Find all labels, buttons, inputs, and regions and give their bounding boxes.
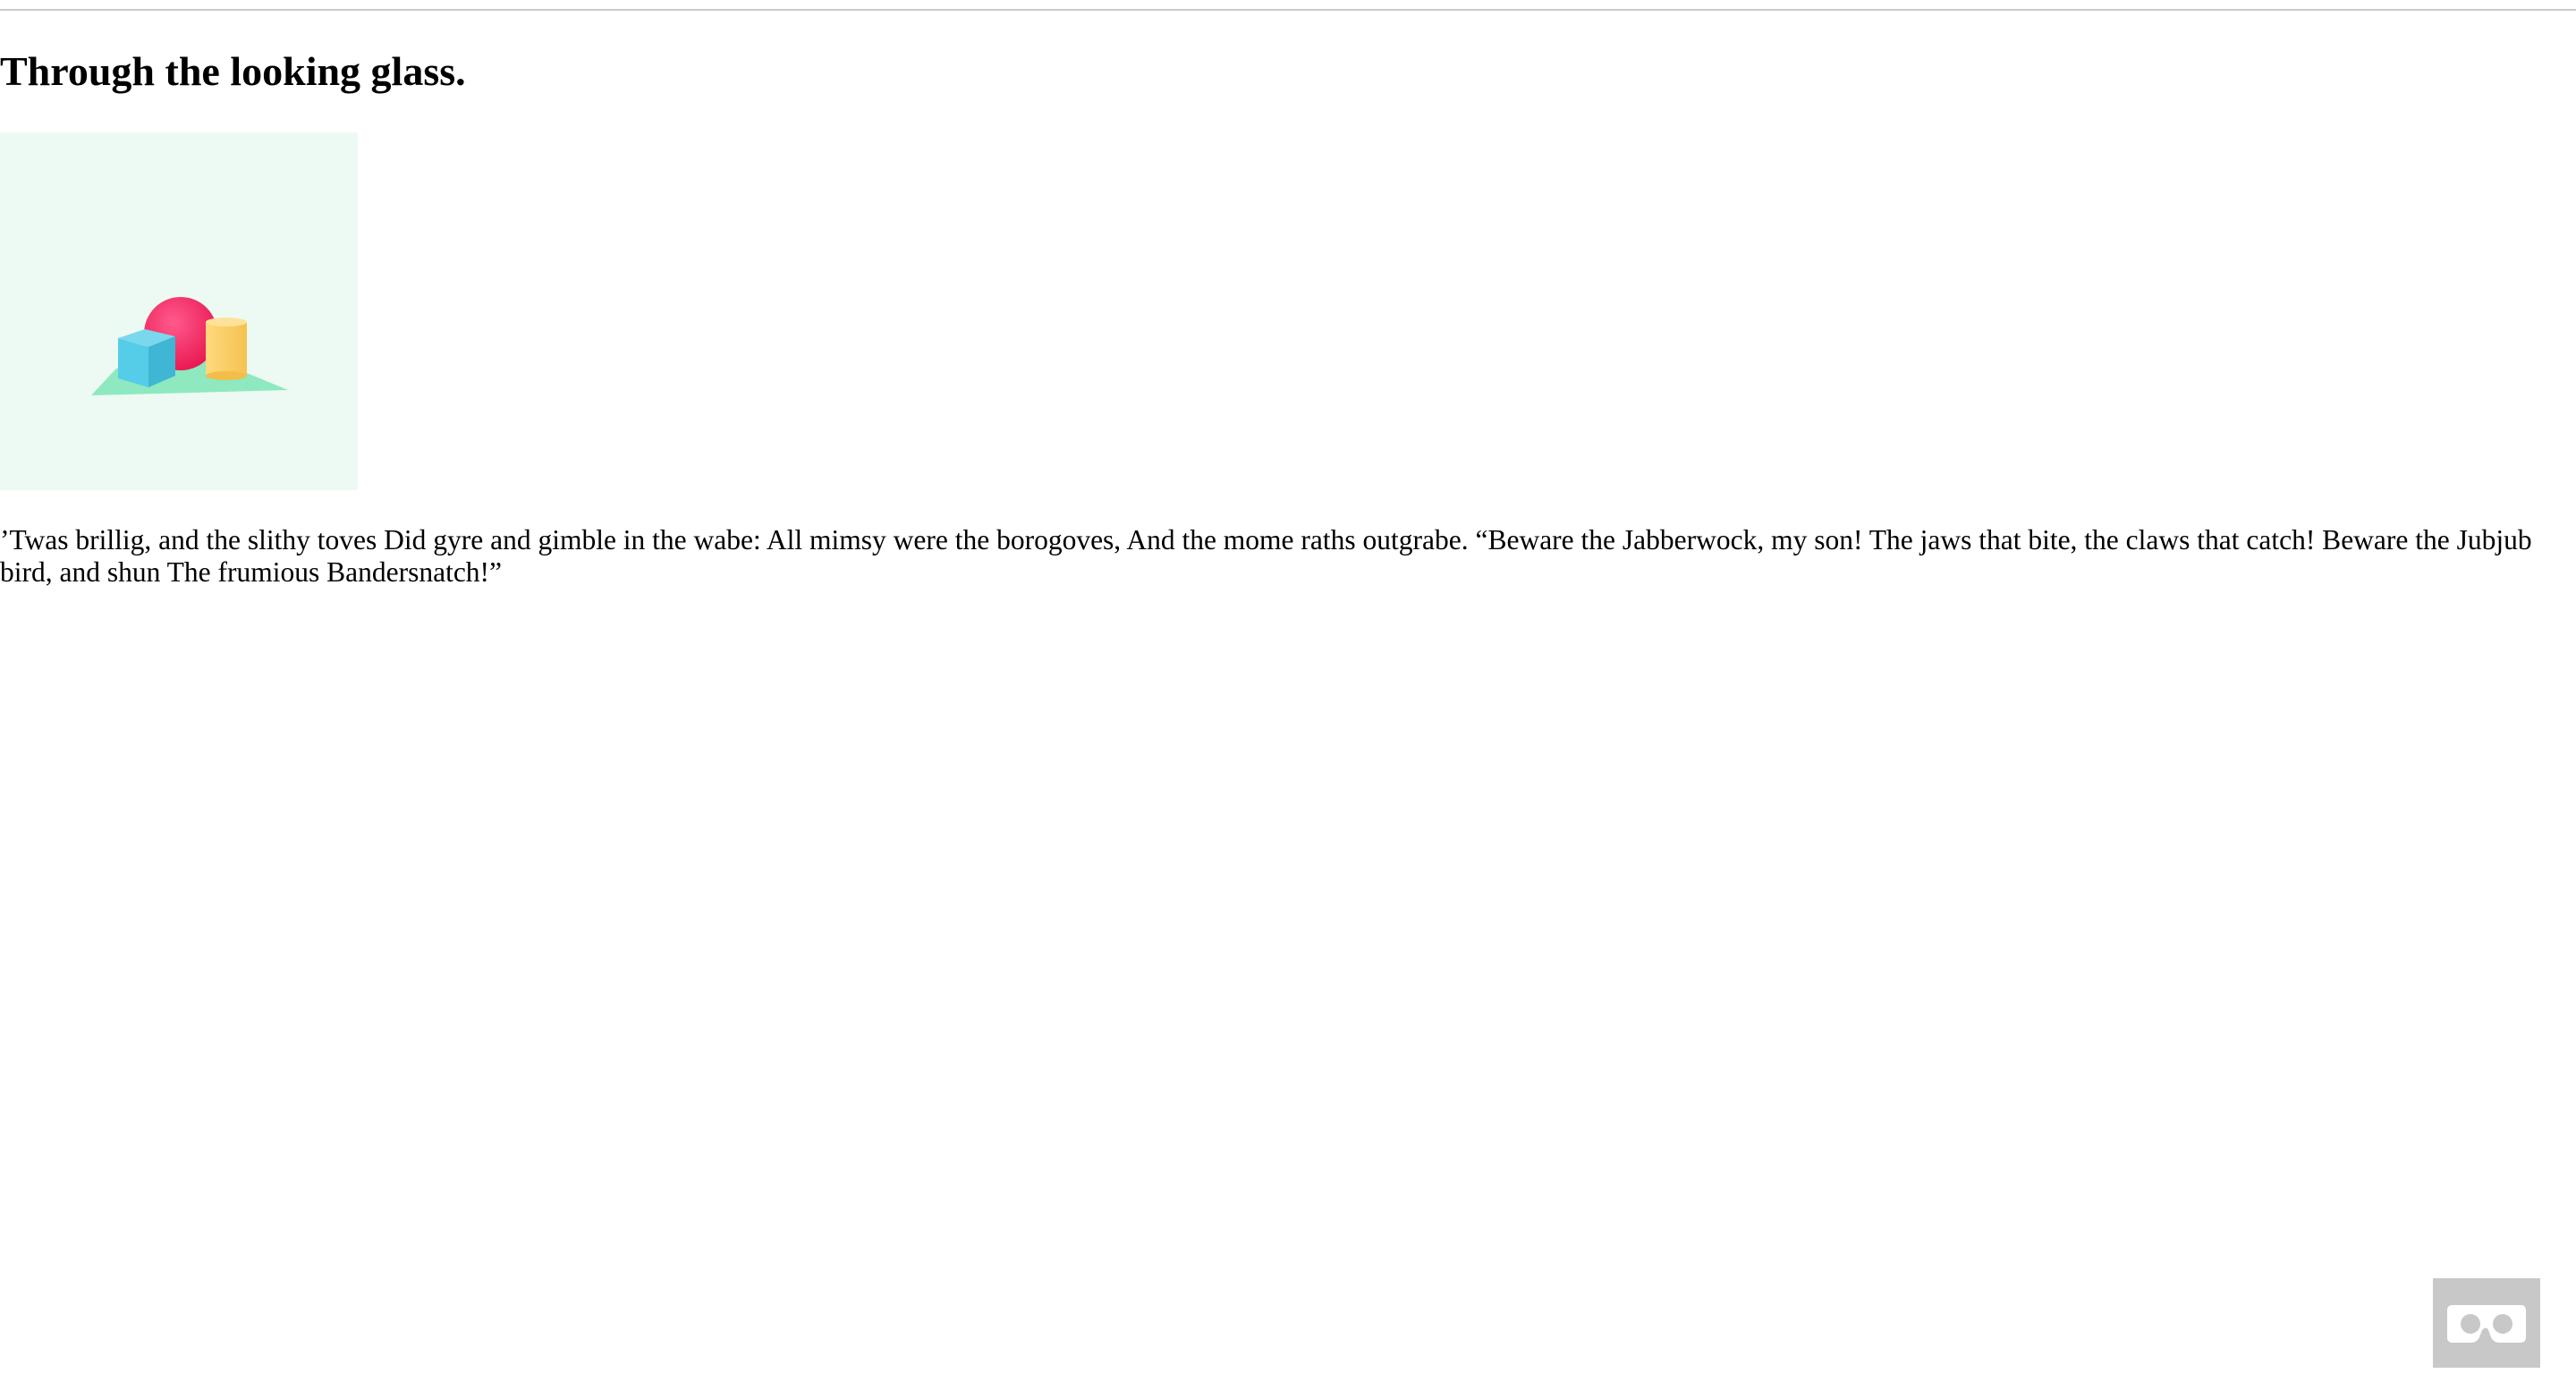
page: Through the looking glass. ’Twas brillig… [0, 9, 2576, 1399]
vr-enter-button[interactable] [2433, 1278, 2540, 1368]
vr-headset-icon [2447, 1305, 2526, 1343]
scene-illustration [91, 297, 288, 395]
poem-line-1: ’Twas brillig, and the slithy toves Did … [0, 524, 2532, 555]
webgl-scene-canvas[interactable] [0, 132, 358, 490]
poem-text: ’Twas brillig, and the slithy toves Did … [0, 524, 2576, 589]
poem-line-2: bird, and shun The frumious Bandersnatch… [0, 556, 503, 588]
cube-shape [118, 329, 175, 387]
cylinder-shape [206, 318, 247, 380]
page-title: Through the looking glass. [0, 48, 466, 94]
